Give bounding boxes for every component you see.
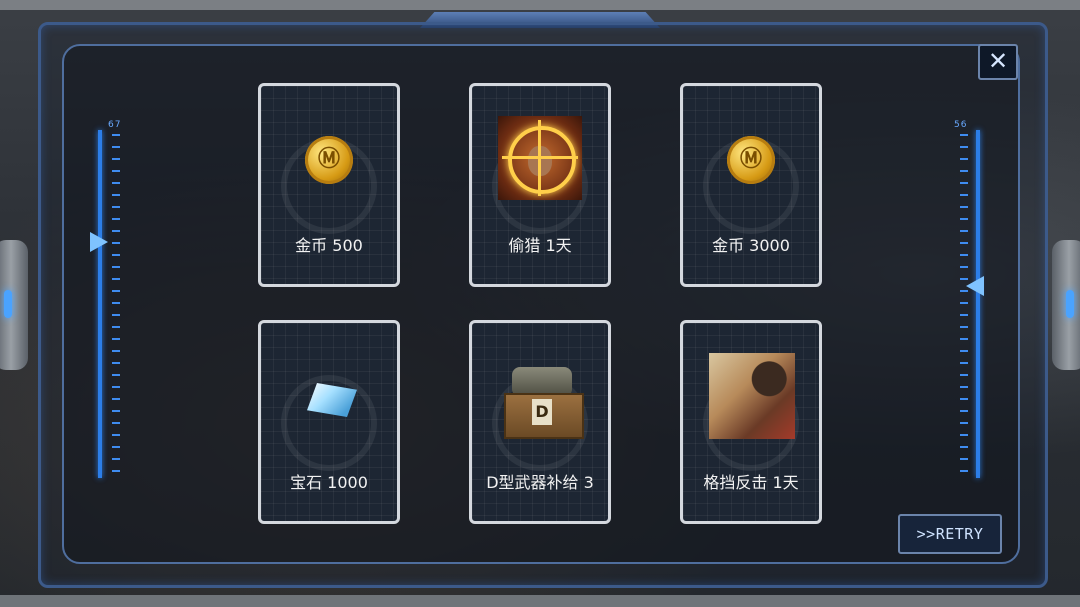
background-top-strip <box>0 0 1080 10</box>
weapon-supply-crate-icon: D <box>500 353 584 439</box>
reward-label: 格挡反击 1天 <box>703 473 799 492</box>
reward-card-gold-3000[interactable]: Ⓜ 金币 3000 <box>680 83 822 287</box>
close-icon: ✕ <box>987 47 1009 75</box>
crate-art: D <box>504 367 584 439</box>
fighter-art <box>709 353 795 439</box>
gold-coin-icon: Ⓜ <box>711 116 791 196</box>
coin-face: Ⓜ <box>727 136 775 184</box>
background-bottom-strip <box>0 595 1080 607</box>
reward-label: 金币 500 <box>295 236 363 255</box>
right-gauge-bar <box>976 130 980 478</box>
poaching-art <box>498 116 582 200</box>
reward-label: 宝石 1000 <box>290 473 368 492</box>
block-counter-fighter-icon <box>709 353 795 439</box>
left-frame-knob <box>0 240 28 370</box>
left-knob-light <box>4 290 12 318</box>
crosshair-vertical <box>538 120 541 196</box>
retry-button[interactable]: >>RETRY <box>898 514 1002 554</box>
crate-tag: D <box>532 399 552 425</box>
right-gauge-label: 56 <box>954 120 968 130</box>
reward-card-gem-1000[interactable]: 宝石 1000 <box>258 320 400 524</box>
gem-crystal-icon <box>289 353 369 433</box>
poaching-deer-crosshair-icon <box>498 116 582 200</box>
reward-card-poaching[interactable]: 偷猎 1天 <box>469 83 611 287</box>
left-gauge: 67 <box>90 120 126 480</box>
close-button[interactable]: ✕ <box>978 44 1018 80</box>
reward-label: D型武器补给 3 <box>486 473 594 492</box>
right-gauge-ticks <box>960 134 968 474</box>
reward-card-gold-500[interactable]: Ⓜ 金币 500 <box>258 83 400 287</box>
left-gauge-ticks <box>112 134 120 474</box>
right-frame-knob <box>1052 240 1080 370</box>
crosshair-ring <box>508 126 576 194</box>
gold-coin-icon: Ⓜ <box>289 116 369 196</box>
reward-label: 金币 3000 <box>712 236 790 255</box>
left-gauge-bar <box>98 130 102 478</box>
gem-shape <box>307 383 357 417</box>
reward-card-weapon-supply[interactable]: D D型武器补给 3 <box>469 320 611 524</box>
right-gauge: 56 <box>952 120 984 480</box>
right-gauge-marker-icon <box>966 276 984 296</box>
reward-card-block-counter[interactable]: 格挡反击 1天 <box>680 320 822 524</box>
right-knob-light <box>1066 290 1074 318</box>
left-gauge-label: 67 <box>108 120 122 130</box>
left-gauge-marker-icon <box>90 232 108 252</box>
coin-face: Ⓜ <box>305 136 353 184</box>
reward-label: 偷猎 1天 <box>508 236 572 255</box>
